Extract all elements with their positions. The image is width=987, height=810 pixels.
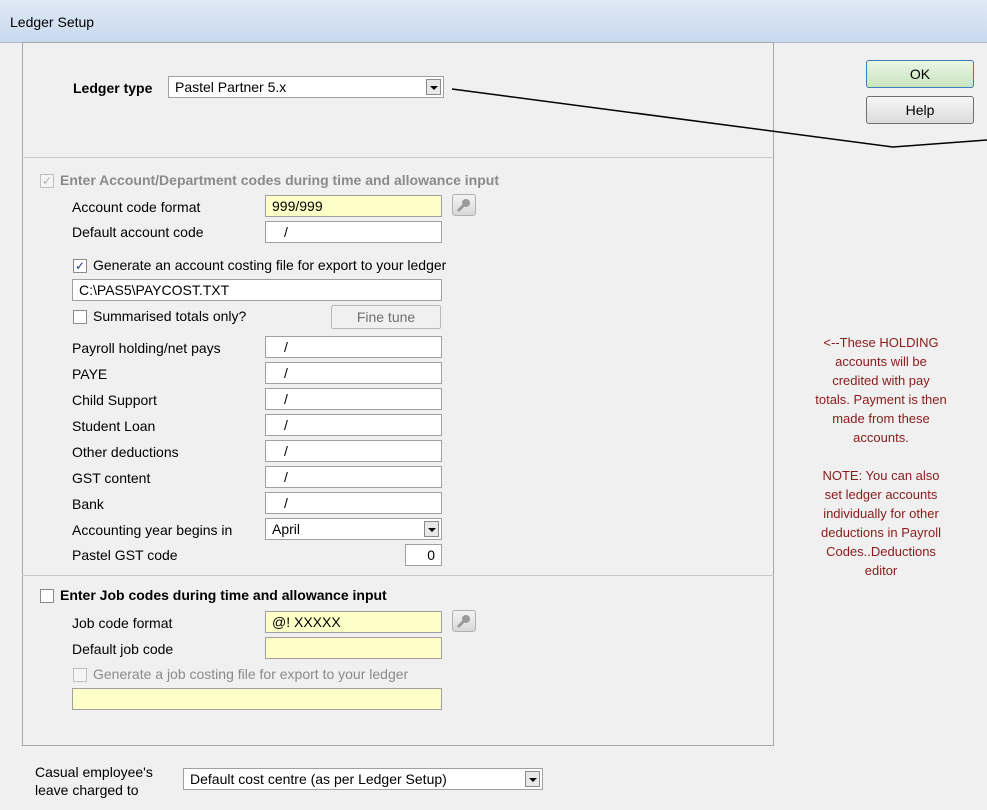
- holding-accounts-note: <--These HOLDING accounts will be credit…: [815, 335, 947, 578]
- holding-account-label: Student Loan: [72, 418, 156, 434]
- key-icon: [456, 615, 470, 629]
- enter-account-codes-label: Enter Account/Department codes during ti…: [60, 172, 499, 188]
- generate-job-costing-checkbox[interactable]: [73, 668, 87, 682]
- key-lookup-button[interactable]: [452, 610, 476, 632]
- accounting-year-label: Accounting year begins in: [72, 522, 233, 538]
- accounting-year-value: April: [272, 521, 301, 537]
- holding-account-label: Child Support: [72, 392, 157, 408]
- chevron-down-icon[interactable]: [424, 521, 439, 537]
- key-lookup-button[interactable]: [452, 194, 476, 216]
- enter-job-codes-checkbox[interactable]: [40, 589, 54, 603]
- default-account-code-label: Default account code: [72, 224, 204, 240]
- chevron-down-icon[interactable]: [525, 771, 540, 787]
- holding-account-label: Other deductions: [72, 444, 179, 460]
- costing-file-path-input[interactable]: C:\PAS5\PAYCOST.TXT: [72, 279, 442, 301]
- account-code-format-label: Account code format: [72, 199, 201, 215]
- holding-account-label: GST content: [72, 470, 151, 486]
- holding-account-label: PAYE: [72, 366, 108, 382]
- generate-costing-file-label: Generate an account costing file for exp…: [93, 257, 447, 273]
- job-code-format-label: Job code format: [72, 615, 173, 631]
- enter-job-codes-label: Enter Job codes during time and allowanc…: [60, 587, 387, 603]
- holding-account-label: Bank: [72, 496, 104, 512]
- summarised-totals-checkbox[interactable]: [73, 310, 87, 324]
- gst-code-label: Pastel GST code: [72, 547, 178, 563]
- holding-account-input[interactable]: /: [265, 388, 442, 410]
- ledger-setup-window: Ledger Setup Ledger type Pastel Partner …: [0, 0, 987, 810]
- holding-account-input[interactable]: /: [265, 362, 442, 384]
- generate-costing-file-checkbox[interactable]: ✓: [73, 259, 87, 273]
- accounting-year-select[interactable]: April: [265, 518, 442, 540]
- account-code-format-input[interactable]: 999/999: [265, 195, 442, 217]
- casual-leave-select[interactable]: Default cost centre (as per Ledger Setup…: [183, 768, 543, 790]
- help-button[interactable]: Help: [866, 96, 974, 124]
- casual-leave-label-line2: leave charged to: [35, 782, 139, 798]
- holding-account-input[interactable]: /: [265, 492, 442, 514]
- key-icon: [456, 199, 470, 213]
- default-account-code-input[interactable]: /: [265, 221, 442, 243]
- fine-tune-button[interactable]: Fine tune: [331, 305, 441, 329]
- default-job-code-input[interactable]: [265, 637, 442, 659]
- enter-account-codes-checkbox[interactable]: ✓: [40, 174, 54, 188]
- job-costing-file-path-input[interactable]: [72, 688, 442, 710]
- summarised-totals-label: Summarised totals only?: [93, 308, 247, 324]
- holding-account-input[interactable]: /: [265, 466, 442, 488]
- holding-account-input[interactable]: /: [265, 440, 442, 462]
- generate-job-costing-label: Generate a job costing file for export t…: [93, 666, 409, 682]
- holding-account-input[interactable]: /: [265, 336, 442, 358]
- casual-leave-value: Default cost centre (as per Ledger Setup…: [190, 771, 447, 787]
- gst-code-input[interactable]: 0: [405, 544, 442, 566]
- casual-leave-label-line1: Casual employee's: [35, 764, 153, 780]
- job-code-format-input[interactable]: @! XXXXX: [265, 611, 442, 633]
- default-job-code-label: Default job code: [72, 641, 174, 657]
- ok-button[interactable]: OK: [866, 60, 974, 88]
- holding-account-label: Payroll holding/net pays: [72, 340, 221, 356]
- holding-account-input[interactable]: /: [265, 414, 442, 436]
